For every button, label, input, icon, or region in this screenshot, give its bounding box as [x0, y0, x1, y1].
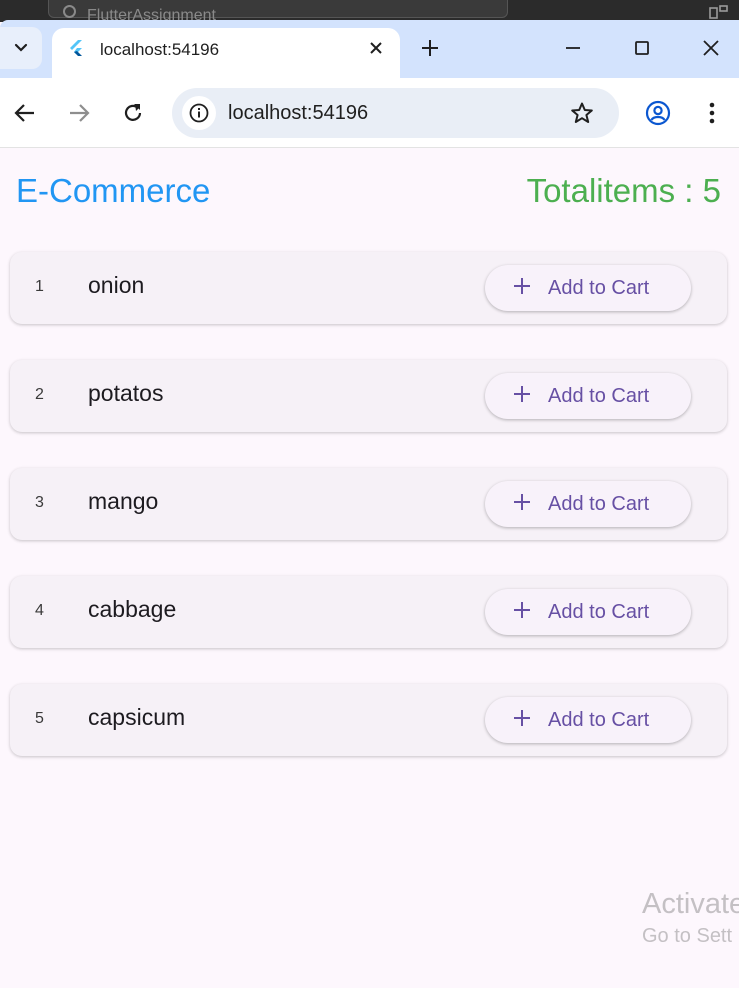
list-item: 3 mango Add to Cart: [10, 468, 727, 540]
browser-toolbar: localhost:54196: [0, 78, 739, 148]
item-name: capsicum: [88, 704, 186, 730]
os-search-box[interactable]: FlutterAssignment: [48, 0, 508, 22]
watermark-line2: Go to Sett: [642, 925, 733, 947]
add-to-cart-button[interactable]: Add to Cart: [485, 589, 691, 635]
os-taskbar-strip: FlutterAssignment: [0, 0, 739, 22]
list-item: 2 potatos Add to Cart: [10, 360, 727, 432]
browser-tab-active[interactable]: localhost:54196: [52, 28, 400, 78]
add-to-cart-button[interactable]: Add to Cart: [485, 373, 691, 419]
tab-title: localhost:54196: [100, 40, 220, 59]
back-button[interactable]: [11, 99, 39, 127]
list-item: 4 cabbage Add to Cart: [10, 576, 727, 648]
maximize-icon: [635, 41, 649, 55]
minimize-icon: [566, 47, 580, 49]
browser-tab-strip: localhost:54196: [0, 20, 739, 78]
bookmark-button[interactable]: [568, 99, 596, 127]
plus-icon: [514, 278, 530, 294]
info-icon: [189, 103, 209, 123]
item-index: 2: [35, 386, 44, 403]
window-close-button[interactable]: [697, 34, 725, 62]
add-to-cart-label: Add to Cart: [548, 385, 650, 407]
activation-watermark: Activate Go to Sett: [642, 888, 739, 948]
tab-search-button[interactable]: [0, 27, 42, 69]
plus-icon: [514, 494, 530, 510]
item-name: mango: [88, 488, 159, 514]
total-items-label: Totalitems : 5: [526, 172, 721, 209]
add-to-cart-label: Add to Cart: [548, 493, 650, 515]
arrow-back-icon: [14, 104, 34, 122]
account-icon: [645, 100, 671, 126]
add-to-cart-button[interactable]: Add to Cart: [485, 697, 691, 743]
plus-icon: [514, 386, 530, 402]
more-vert-icon: [709, 102, 715, 124]
maximize-button[interactable]: [628, 34, 656, 62]
item-index: 1: [35, 278, 44, 295]
arrow-forward-icon: [70, 104, 90, 122]
new-tab-button[interactable]: [416, 34, 444, 62]
address-bar[interactable]: localhost:54196: [172, 88, 619, 138]
tab-close-button[interactable]: [364, 36, 388, 60]
forward-button[interactable]: [65, 99, 93, 127]
add-to-cart-button[interactable]: Add to Cart: [485, 265, 691, 311]
item-index: 3: [35, 494, 44, 511]
item-name: onion: [88, 272, 145, 298]
menu-button[interactable]: [698, 99, 726, 127]
url-text[interactable]: localhost:54196: [228, 102, 368, 125]
plus-icon: [422, 40, 438, 56]
chevron-down-icon: [14, 43, 28, 52]
item-name: potatos: [88, 380, 164, 406]
flutter-favicon-icon: [70, 40, 82, 56]
minimize-button[interactable]: [559, 34, 587, 62]
add-to-cart-label: Add to Cart: [548, 601, 650, 623]
list-item: 5 capsicum Add to Cart: [10, 684, 727, 756]
search-icon: [63, 5, 76, 18]
widgets-icon[interactable]: [708, 4, 730, 20]
add-to-cart-label: Add to Cart: [548, 709, 650, 731]
star-icon: [571, 102, 593, 123]
reload-icon: [124, 104, 142, 121]
close-icon: [703, 40, 719, 56]
plus-icon: [514, 602, 530, 618]
add-to-cart-button[interactable]: Add to Cart: [485, 481, 691, 527]
plus-icon: [514, 710, 530, 726]
add-to-cart-label: Add to Cart: [548, 277, 650, 299]
list-item: 1 onion Add to Cart: [10, 252, 727, 324]
reload-button[interactable]: [119, 99, 147, 127]
item-name: cabbage: [88, 596, 177, 622]
site-info-button[interactable]: [182, 96, 216, 130]
item-index: 5: [35, 710, 44, 727]
app-page: E-Commerce Totalitems : 5 1 onion Add to…: [0, 148, 739, 988]
watermark-line1: Activate: [642, 888, 739, 920]
app-title: E-Commerce: [16, 172, 211, 209]
close-icon: [370, 42, 382, 54]
profile-button[interactable]: [644, 99, 672, 127]
item-index: 4: [35, 602, 44, 619]
